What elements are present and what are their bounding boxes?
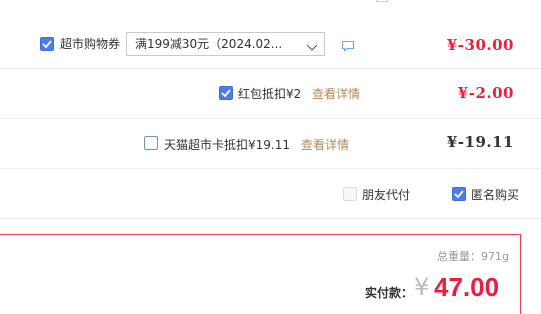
friend-pay-label: 朋友代付 (362, 188, 411, 202)
message-icon[interactable] (341, 37, 355, 56)
tmall-card-checkbox[interactable] (144, 136, 158, 150)
coupon-select[interactable]: 满199减30元（2024.02... (126, 32, 325, 56)
anonymous-label: 匿名购买 (471, 188, 520, 202)
partial-amount-top (455, 0, 511, 1)
row-divider (0, 218, 541, 219)
tmall-card-label: 天猫超市卡抵扣¥19.11 (164, 138, 290, 152)
total-amount: 47.00 (434, 272, 500, 302)
total-weight: 总重量：971g (437, 250, 509, 263)
coupon-checkbox[interactable] (40, 37, 54, 51)
row-divider (0, 168, 541, 169)
redpacket-checkbox[interactable] (219, 86, 233, 100)
pay-label: 实付款： (365, 286, 414, 300)
tmall-card-amount: ¥-19.11 (446, 133, 514, 151)
order-summary: 总重量：971g 实付款： ¥ 47.00 (0, 234, 521, 314)
currency-symbol: ¥ (414, 273, 430, 301)
row-divider (0, 118, 541, 119)
redpacket-label: 红包抵扣¥2 (238, 87, 302, 101)
tmall-card-details-link[interactable]: 查看详情 (301, 138, 349, 152)
redpacket-details-link[interactable]: 查看详情 (312, 87, 360, 101)
partial-checkbox-top[interactable] (376, 0, 388, 2)
weight-label: 总重量： (437, 250, 482, 263)
coupon-label: 超市购物券 (60, 37, 121, 51)
anonymous-checkbox[interactable] (452, 187, 466, 201)
coupon-select-value: 满199减30元（2024.02... (135, 37, 283, 51)
chevron-down-icon (306, 38, 318, 57)
friend-pay-checkbox[interactable] (343, 187, 357, 201)
row-divider (0, 68, 541, 69)
redpacket-amount: ¥-2.00 (457, 84, 514, 102)
coupon-amount: ¥-30.00 (446, 36, 514, 54)
weight-value: 971g (481, 250, 509, 263)
